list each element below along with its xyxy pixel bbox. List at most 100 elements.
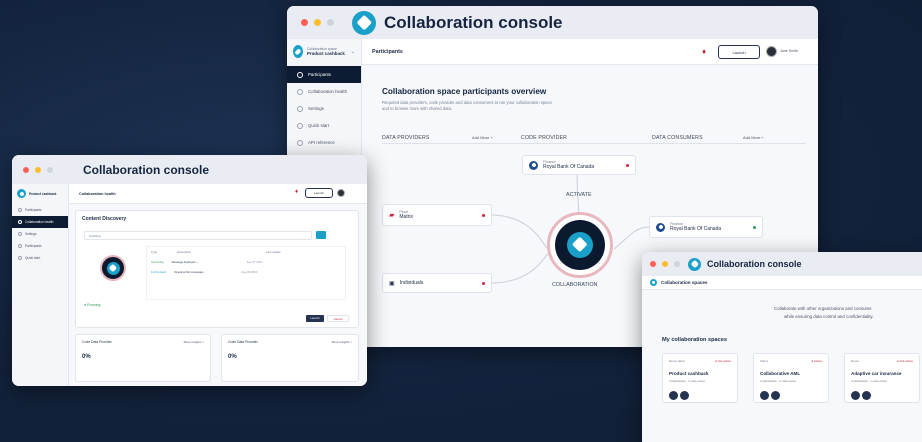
content-discovery-panel: Content Discovery Anything Type Descript…: [75, 210, 359, 328]
code-provider-name: Royal Bank Of Canada: [543, 164, 595, 170]
workspace-name: Product cashback: [306, 51, 345, 56]
avatar: [771, 391, 780, 400]
sidebar-item-settings[interactable]: Settings: [287, 100, 361, 117]
activate-label: ACTIVATE: [566, 192, 592, 198]
column-header: Description: [177, 250, 192, 254]
app-title: Collaboration console: [83, 162, 210, 177]
add-provider-link[interactable]: Add More +: [472, 135, 493, 140]
data-consumer-card[interactable]: Finance Royal Bank Of Canada: [649, 216, 763, 238]
chevron-down-icon: ⌄: [350, 48, 355, 55]
status-dot: [482, 213, 485, 217]
app-logo-icon: [688, 257, 701, 271]
avatar: [862, 391, 871, 400]
stat-card: Code Data Provider More insights > 0%: [75, 334, 211, 382]
data-consumers-header: DATA CONSUMERS: [652, 135, 703, 141]
workspace-logo-icon: [17, 189, 26, 198]
provider-name: Matrix: [399, 214, 414, 220]
sidebar: Product cashback Participants Collaborat…: [12, 184, 69, 386]
stop-button[interactable]: Cancel: [327, 315, 349, 322]
window-controls: [650, 261, 680, 267]
notification-bell-icon[interactable]: ♦: [702, 47, 706, 56]
maximize-window-button[interactable]: [47, 166, 53, 173]
collaboration-hub[interactable]: [547, 212, 613, 278]
spaces-titlebar: Collaboration console: [642, 252, 922, 276]
code-provider-card[interactable]: Finance Royal Bank Of Canada: [522, 155, 636, 175]
search-button[interactable]: [316, 231, 326, 239]
space-card-product-cashback[interactable]: Demo client ● Not active Product cashback…: [662, 353, 738, 403]
status-dot: [482, 281, 485, 285]
code-provider-header: CODE PROVIDER: [521, 135, 568, 141]
sidebar-item-collaboration-health[interactable]: Collaboration health: [287, 83, 361, 100]
sidebar-item-participants[interactable]: Participants: [287, 66, 361, 83]
maximize-window-button[interactable]: [327, 19, 334, 26]
sidebar-item-api-reference[interactable]: API reference: [287, 134, 361, 151]
card-header: Demo client ● Not active: [669, 359, 731, 363]
space-card-collaborative-aml[interactable]: Client ● Active Collaborative AML 4 parti…: [753, 353, 829, 403]
launch-button[interactable]: Launch: [718, 45, 760, 59]
table-row[interactable]: Upcoming Message deployed — Sep 07 2023: [147, 257, 345, 267]
data-providers-header: DATA PROVIDERS: [382, 135, 430, 141]
row-description: Opening first messages: [174, 270, 204, 274]
launch-button[interactable]: Launch: [305, 188, 333, 198]
search-input[interactable]: Anything: [84, 231, 312, 240]
sidebar-item-quick-start[interactable]: Quick start: [12, 252, 68, 264]
users-icon: [18, 244, 22, 248]
sidebar-item-participants[interactable]: Participants: [12, 204, 68, 216]
minimize-window-button[interactable]: [662, 261, 668, 267]
user-name[interactable]: Jane Smith: [780, 49, 798, 53]
space-tag: Demo: [851, 359, 860, 363]
panel-title: Content Discovery: [82, 216, 127, 222]
add-consumer-link[interactable]: Add More +: [743, 135, 764, 140]
table-row[interactable]: Full Content Opening first messages Aug …: [147, 267, 345, 277]
space-name: Product cashback: [669, 371, 709, 376]
sidebar-item-label: Participants: [25, 208, 42, 212]
sidebar-item-settings[interactable]: Settings: [12, 228, 68, 240]
row-date: Aug 09 2023: [241, 270, 258, 274]
status-dot: [753, 225, 756, 229]
section-description-1: Required data providers, code provider a…: [382, 100, 552, 105]
data-provider-card[interactable]: ▰ Pearl Matrix: [382, 204, 492, 226]
app-title: Collaboration console: [707, 259, 802, 269]
main-titlebar: Collaboration console: [287, 6, 818, 39]
close-window-button[interactable]: [650, 261, 656, 267]
sidebar-item-label: API reference: [308, 140, 335, 145]
data-provider-card[interactable]: ▣ Individuals: [382, 273, 492, 293]
minimize-window-button[interactable]: [314, 19, 321, 26]
space-status: ● Not active: [715, 359, 731, 363]
run-button[interactable]: Launch: [306, 315, 324, 322]
workspace-switcher[interactable]: Collaboration space Product cashback ⌄: [287, 39, 361, 66]
health-content: Collaboration health ♦ Launch Content Di…: [69, 184, 367, 386]
workspace-switcher[interactable]: Product cashback: [12, 184, 68, 204]
stat-card-title: Code Data Provider: [228, 340, 258, 344]
avatar: [760, 391, 769, 400]
page-title: Participants: [372, 48, 403, 55]
space-meta: 3 participants · 1 code owner: [851, 379, 887, 383]
spaces-console-window: Collaboration console Collaboration spac…: [642, 252, 922, 442]
close-window-button[interactable]: [301, 19, 308, 26]
heart-icon: [18, 220, 22, 224]
avatar[interactable]: [337, 189, 345, 197]
collaboration-logo-icon: [106, 261, 120, 275]
space-card-adaptive-car-insurance[interactable]: Demo ● Not active Adaptive car insurance …: [844, 353, 920, 403]
hub-core: [555, 220, 605, 270]
notification-bell-icon[interactable]: ♦: [295, 189, 298, 195]
sidebar-item-label: Participants: [308, 72, 331, 77]
card-header: Demo ● Not active: [851, 359, 913, 363]
sidebar-item-quick-start[interactable]: Quick start: [287, 117, 361, 134]
sidebar-item-label: Quick start: [25, 256, 41, 260]
more-insights-link[interactable]: More insights >: [332, 340, 352, 344]
space-meta: 4 participants · 1 code owner: [760, 379, 796, 383]
more-insights-link[interactable]: More insights >: [184, 340, 204, 344]
row-date: Sep 07 2023: [246, 260, 263, 264]
rocket-icon: [297, 122, 303, 129]
participant-avatars: [851, 387, 913, 405]
minimize-window-button[interactable]: [35, 166, 41, 173]
app-logo-icon: [352, 10, 376, 35]
sidebar-item-participants-2[interactable]: Participants: [12, 240, 68, 252]
close-window-button[interactable]: [23, 166, 29, 173]
workspace-name: Product cashback: [29, 191, 57, 196]
sidebar-item-collaboration-health[interactable]: Collaboration health: [12, 216, 68, 228]
row-type: Upcoming: [151, 260, 164, 264]
maximize-window-button[interactable]: [674, 261, 680, 267]
avatar[interactable]: [766, 46, 777, 57]
